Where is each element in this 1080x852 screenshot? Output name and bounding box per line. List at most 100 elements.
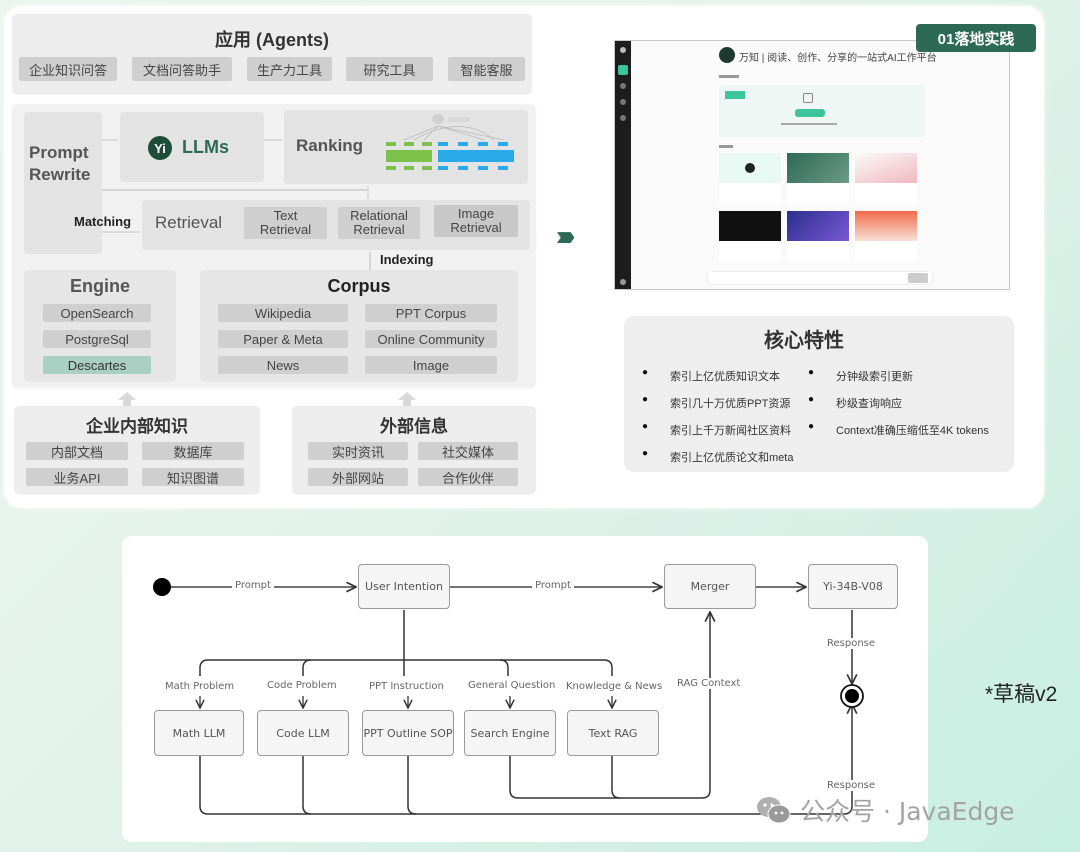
app-nav-icon (620, 115, 626, 121)
node-ppt-outline[interactable]: PPT Outline SOP (362, 710, 454, 756)
corpus-panel: Corpus Wikipedia PPT Corpus Paper & Meta… (200, 270, 518, 382)
features-title: 核心特性 (764, 330, 844, 352)
app-logo-icon (620, 47, 626, 53)
app-upload-button[interactable] (795, 109, 825, 117)
watermark-text: 公众号 · JavaEdge (800, 797, 1015, 826)
edge-label-ppt-instruction: PPT Instruction (366, 681, 447, 692)
internal-chip: 知识图谱 (142, 468, 244, 486)
external-chip: 合作伙伴 (418, 468, 518, 486)
node-yi-34b[interactable]: Yi-34B-V08 (808, 564, 898, 609)
up-arrow-icon (398, 392, 416, 406)
retrieval-label: Retrieval (155, 213, 223, 232)
app-sidebar (615, 41, 631, 289)
agent-chip: 智能客服 (448, 57, 525, 81)
start-node (153, 578, 171, 596)
node-search-engine[interactable]: Search Engine (464, 710, 556, 756)
edge-branch-bus-outer (199, 659, 613, 676)
corpus-title: Corpus (327, 276, 391, 296)
app-nav-icon (620, 83, 626, 89)
ranking-document-tower (438, 142, 514, 174)
internal-knowledge-panel: 企业内部知识 内部文档 数据库 业务API 知识图谱 (14, 406, 260, 494)
draft-label: *草稿v2 (985, 683, 1058, 706)
edge-label-knowledge-news: Knowledge & News (563, 681, 666, 692)
agent-chip: 企业知识问答 (19, 57, 117, 81)
up-arrow-icon (118, 392, 136, 406)
app-upload-area[interactable] (719, 85, 925, 137)
watermark: 公众号 · JavaEdge (756, 792, 1015, 828)
agent-chip: 研究工具 (346, 57, 433, 81)
feature-item: 秒级查询响应 (808, 394, 902, 411)
app-user-icon (620, 279, 626, 285)
image-retrieval-chip: Image Retrieval (434, 205, 518, 237)
llms-box: Yi LLMs (120, 112, 264, 182)
node-merger[interactable]: Merger (664, 564, 756, 609)
internal-chip: 内部文档 (26, 442, 128, 460)
feature-item: 索引几十万优质PPT资源 (642, 394, 791, 411)
app-title: 万知 | 阅读、创作、分享的一站式AI工作平台 (739, 53, 937, 64)
upload-icon (803, 93, 813, 103)
agent-chip: 文档问答助手 (132, 57, 232, 81)
wechat-icon (757, 797, 791, 824)
app-template-card[interactable] (719, 211, 781, 261)
agent-chip: 生产力工具 (247, 57, 332, 81)
internal-chip: 业务API (26, 468, 128, 486)
app-template-card[interactable] (787, 153, 849, 203)
feature-item: 分钟级索引更新 (808, 367, 913, 384)
corpus-chip: Wikipedia (218, 304, 348, 322)
feature-item: 索引上千万新闻社区资料 (642, 421, 791, 438)
feature-item: 索引上亿优质论文和meta (642, 448, 794, 465)
prompt-rewrite-label: Prompt Rewrite (29, 143, 91, 184)
corpus-chip: Online Community (365, 330, 497, 348)
app-send-button[interactable] (908, 273, 928, 283)
app-template-card[interactable] (787, 211, 849, 261)
app-nav-active-icon (618, 65, 628, 75)
edge-label-general-question: General Question (465, 680, 559, 691)
edge-label-response: Response (824, 780, 879, 791)
prompt-rewrite-box: Prompt Rewrite (24, 112, 102, 254)
corpus-chip: Image (365, 356, 497, 374)
relational-retrieval-chip: Relational Retrieval (338, 207, 420, 239)
llms-label: LLMs (182, 137, 229, 157)
external-info-panel: 外部信息 实时资讯 社交媒体 外部网站 合作伙伴 (292, 406, 536, 494)
engine-chip: OpenSearch (43, 304, 151, 322)
app-template-card[interactable] (855, 211, 917, 261)
edge-label-prompt: Prompt (532, 580, 574, 591)
app-brand-icon (719, 47, 735, 63)
edge-label-rag-context: RAG Context (674, 678, 744, 689)
corpus-chip: News (218, 356, 348, 374)
edge-label-response: Response (824, 638, 879, 649)
feature-item: Context准确压缩低至4K tokens (808, 421, 989, 438)
node-user-intention[interactable]: User Intention (358, 564, 450, 609)
ranking-model-diagram (384, 114, 518, 180)
edge-rag-context (509, 612, 710, 799)
edge-branch-bus-inner (302, 659, 509, 676)
node-math-llm[interactable]: Math LLM (154, 710, 244, 756)
corpus-chip: PPT Corpus (365, 304, 497, 322)
text-retrieval-chip: Text Retrieval (244, 207, 327, 239)
node-text-rag[interactable]: Text RAG (567, 710, 659, 756)
edge-label-prompt: Prompt (232, 580, 274, 591)
app-screenshot: 万知 | 阅读、创作、分享的一站式AI工作平台 (614, 40, 1010, 290)
practice-badge: 01落地实践 (916, 24, 1036, 52)
node-code-llm[interactable]: Code LLM (257, 710, 349, 756)
agents-panel: 应用 (Agents) 企业知识问答 文档问答助手 生产力工具 研究工具 智能客… (12, 14, 532, 94)
core-panel: Prompt Rewrite Yi LLMs Ranking Matching … (12, 104, 536, 388)
edge-label-code-problem: Code Problem (264, 680, 340, 691)
app-template-card[interactable] (855, 153, 917, 203)
engine-title: Engine (69, 276, 130, 296)
ranking-label: Ranking (296, 136, 364, 155)
app-template-card[interactable] (719, 153, 781, 203)
engine-chip-descartes: Descartes (43, 356, 151, 374)
ranking-query-tower (386, 142, 432, 174)
indexing-label: Indexing (380, 252, 434, 267)
internal-chip: 数据库 (142, 442, 244, 460)
matching-label: Matching (74, 214, 132, 229)
external-info-title: 外部信息 (380, 417, 448, 436)
app-chat-input[interactable] (707, 271, 933, 285)
external-chip: 社交媒体 (418, 442, 518, 460)
yi-logo-icon: Yi (148, 136, 172, 160)
ranking-box: Ranking (284, 110, 528, 184)
external-chip: 实时资讯 (308, 442, 408, 460)
chevrons-right-icon: ›››› (556, 220, 575, 251)
core-features-panel: 核心特性 索引上亿优质知识文本 索引几十万优质PPT资源 索引上千万新闻社区资料… (624, 316, 1014, 472)
